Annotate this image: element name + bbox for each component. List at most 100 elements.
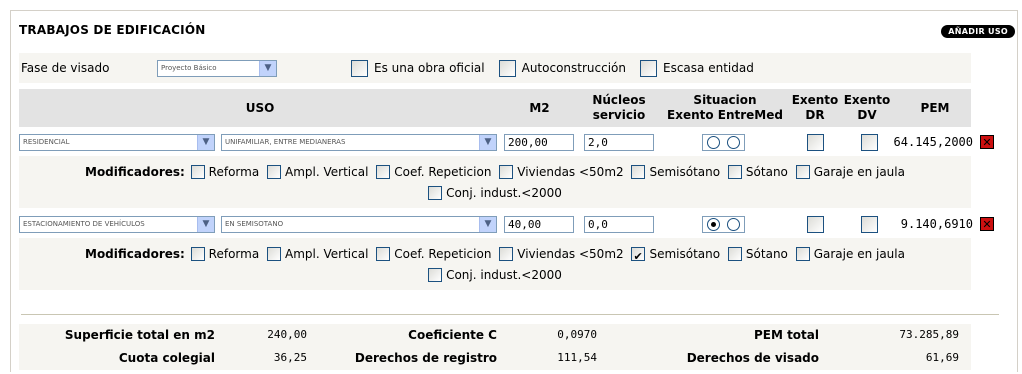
header-nucleos-line2: servicio [592,108,646,122]
sotano-checkbox[interactable] [727,165,742,179]
header-exento-dv-line1: Exento [843,93,891,107]
modifiers-row: Modificadores: Reforma Ampl. Vertical Co… [19,156,971,208]
header-exento-dr-line2: DR [805,108,825,122]
header-nucleos: Núcleos servicio [579,93,659,123]
table-header: USO M2 Núcleos servicio Situacion Exento… [19,89,971,127]
header-exento-dv: Exento DV [841,93,893,123]
derechos-registro-label: Derechos de registro [354,351,497,365]
nucleos-input[interactable]: 0,0 [584,215,654,233]
header-pem: PEM [920,101,950,115]
reforma-checkbox[interactable] [190,165,205,179]
cuota-value: 36,25 [273,351,307,364]
uso-select[interactable]: ESTACIONAMIENTO DE VEHÍCULOS ▼ [19,215,215,233]
pem-value: 64.145,2000 [893,135,973,149]
obra-oficial-checkbox[interactable] [351,59,368,77]
fase-row: Fase de visado Proyecto Básico ▼ Es una … [19,53,971,83]
modifiers-row: Modificadores: Reforma Ampl. Vertical Co… [19,238,971,290]
header-exento-dr: Exento DR [789,93,841,123]
ampl-vertical-label: Ampl. Vertical [285,247,369,261]
header-nucleos-line1: Núcleos [592,93,646,107]
autoconstruccion-checkbox[interactable] [498,59,516,77]
chevron-down-icon: ▼ [479,216,496,232]
exento-dr-checkbox[interactable] [807,215,824,233]
viviendas-checkbox[interactable] [499,247,514,261]
viviendas-label: Viviendas <50m2 [517,247,624,261]
exento-dv-checkbox[interactable] [861,133,878,151]
delete-x-icon[interactable]: ✕ [980,217,994,231]
header-m2: M2 [529,101,550,115]
situacion-exento-radio[interactable] [706,217,720,231]
sotano-label: Sótano [745,247,788,261]
header-uso: USO [245,101,275,115]
conj-indust-checkbox[interactable] [428,268,443,282]
coeficiente-value: 0,0970 [557,328,597,341]
ampl-vertical-checkbox[interactable] [267,165,281,179]
header-situacion-line2: Exento EntreMed [667,108,783,122]
coef-repeticion-checkbox[interactable] [376,165,391,179]
header-exento-dr-line1: Exento [791,93,839,107]
fase-select-value: Proyecto Básico [161,64,217,72]
subuso-select[interactable]: EN SEMISOTANO ▼ [221,215,497,233]
header-exento-dv-line2: DV [857,108,877,122]
reforma-label: Reforma [208,247,260,261]
table-row: RESIDENCIAL ▼ UNIFAMILIAR, ENTRE MEDIANE… [19,130,1012,154]
situacion-entremed-radio[interactable] [727,217,741,231]
conj-indust-label: Conj. indust.<2000 [446,268,562,282]
delete-x-icon[interactable]: ✕ [980,135,994,149]
semisotano-checkbox[interactable] [631,165,646,179]
nucleos-input[interactable]: 2,0 [584,133,654,151]
derechos-visado-label: Derechos de visado [686,351,819,365]
sotano-checkbox[interactable] [727,247,742,261]
totals-row-2: Cuota colegial 36,25 Derechos de registr… [19,347,971,370]
coef-repeticion-label: Coef. Repeticion [394,165,492,179]
conj-indust-checkbox[interactable] [428,186,443,200]
ampl-vertical-checkbox[interactable] [267,247,281,261]
viviendas-label: Viviendas <50m2 [517,165,624,179]
table-row: ESTACIONAMIENTO DE VEHÍCULOS ▼ EN SEMISO… [19,212,1012,236]
section-title: TRABAJOS DE EDIFICACIÓN [19,23,206,37]
escasa-entidad-checkbox[interactable] [640,59,657,77]
reforma-label: Reforma [208,165,260,179]
obra-oficial-label: Es una obra oficial [374,61,485,75]
subuso-select-value: EN SEMISOTANO [225,220,284,228]
garaje-label: Garaje en jaula [813,165,905,179]
conj-indust-label: Conj. indust.<2000 [446,186,562,200]
uso-select[interactable]: RESIDENCIAL ▼ [19,133,215,151]
pem-total-label: PEM total [753,328,819,342]
totals-row-1: Superficie total en m2 240,00 Coeficient… [19,324,971,347]
semisotano-label: Semisótano [649,165,721,179]
trabajos-panel: TRABAJOS DE EDIFICACIÓN AÑADIR USO Fase … [10,10,1018,372]
cuota-label: Cuota colegial [118,351,215,365]
superficie-label: Superficie total en m2 [64,328,215,342]
exento-dr-checkbox[interactable] [807,133,824,151]
garaje-checkbox[interactable] [795,165,810,179]
sotano-label: Sótano [745,165,788,179]
semisotano-checkbox[interactable] [631,246,646,267]
derechos-visado-value: 61,69 [925,351,959,364]
modifiers-title: Modificadores: [85,165,185,179]
exento-dv-checkbox[interactable] [861,215,878,233]
garaje-checkbox[interactable] [795,247,810,261]
reforma-checkbox[interactable] [190,247,205,261]
superficie-value: 240,00 [267,328,307,341]
situacion-radio-group [702,215,745,233]
situacion-entremed-radio[interactable] [727,135,741,149]
viviendas-checkbox[interactable] [499,165,514,179]
pem-value: 9.140,6910 [900,217,973,231]
autoconstruccion-label: Autoconstrucción [521,61,626,75]
coef-repeticion-label: Coef. Repeticion [394,247,492,261]
uso-select-value: RESIDENCIAL [23,138,70,146]
header-situacion-line1: Situacion [693,93,757,107]
coef-repeticion-checkbox[interactable] [376,247,391,261]
m2-input[interactable]: 40,00 [504,215,574,233]
fase-select[interactable]: Proyecto Básico ▼ [157,59,277,77]
situacion-radio-group [702,133,745,151]
fase-label: Fase de visado [21,61,110,75]
situacion-exento-radio[interactable] [706,135,720,149]
subuso-select[interactable]: UNIFAMILIAR, ENTRE MEDIANERAS ▼ [221,133,497,151]
chevron-down-icon: ▼ [197,216,214,232]
add-uso-button[interactable]: AÑADIR USO [941,25,1015,38]
m2-input[interactable]: 200,00 [504,133,574,151]
divider [21,314,999,315]
garaje-label: Garaje en jaula [813,247,905,261]
